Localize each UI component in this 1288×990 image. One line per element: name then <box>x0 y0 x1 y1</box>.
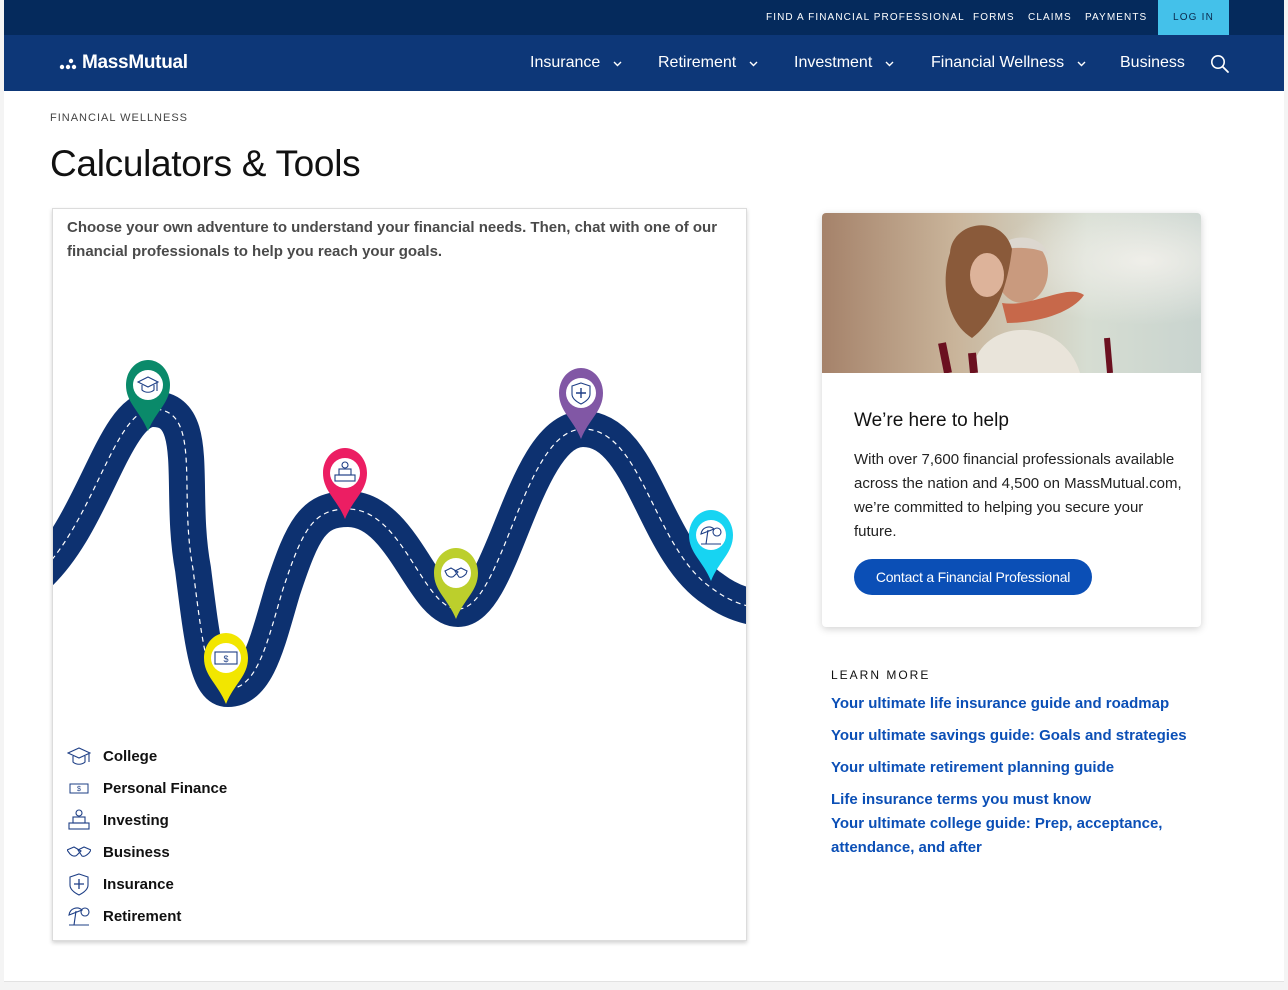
nav-investment[interactable]: Investment <box>794 54 895 72</box>
nav-business-label: Business <box>1120 54 1185 71</box>
legend-item-personal-finance[interactable]: $ Personal Finance <box>67 776 287 800</box>
svg-text:$: $ <box>223 654 228 664</box>
payments-link[interactable]: PAYMENTS <box>1085 12 1147 23</box>
find-professional-link[interactable]: FIND A FINANCIAL PROFESSIONAL <box>766 12 965 23</box>
utility-bar: FIND A FINANCIAL PROFESSIONAL FORMS CLAI… <box>4 0 1284 35</box>
legend-item-investing[interactable]: Investing <box>67 808 287 832</box>
chevron-down-icon <box>613 61 622 66</box>
learn-link-life-insurance-guide[interactable]: Your ultimate life insurance guide and r… <box>831 692 1191 716</box>
learn-link-retirement-guide[interactable]: Your ultimate retirement planning guide <box>831 756 1191 780</box>
nav-investment-label: Investment <box>794 54 873 71</box>
adventure-intro: Choose your own adventure to understand … <box>67 219 718 260</box>
logo-dots-icon <box>59 58 77 70</box>
legend-label-personal-finance: Personal Finance <box>103 779 228 797</box>
adventure-card: $ Choose your own adventure to understan… <box>52 208 747 941</box>
forms-link[interactable]: FORMS <box>973 12 1015 23</box>
road-path <box>53 390 746 708</box>
learn-link-insurance-terms[interactable]: Life insurance terms you must know <box>831 788 1191 812</box>
brand-logo[interactable]: MassMutual <box>59 51 188 75</box>
nav-business[interactable]: Business <box>1120 54 1185 72</box>
chevron-down-icon <box>749 61 758 66</box>
chevron-down-icon <box>885 61 894 66</box>
legend-label-retirement: Retirement <box>103 907 182 925</box>
nav-insurance[interactable]: Insurance <box>530 54 623 72</box>
brand-name: MassMutual <box>82 52 188 73</box>
help-card: We’re here to help With over 7,600 finan… <box>822 213 1201 627</box>
contact-professional-button[interactable]: Contact a Financial Professional <box>854 559 1092 595</box>
handshake-icon <box>67 846 91 857</box>
legend-label-investing: Investing <box>103 811 169 829</box>
legend-label-business: Business <box>103 843 170 861</box>
help-text: With over 7,600 financial professionals … <box>854 451 1182 540</box>
legend-item-retirement[interactable]: Retirement <box>67 904 287 928</box>
chevron-down-icon <box>1077 61 1086 66</box>
legend-label-insurance: Insurance <box>103 875 174 893</box>
main-nav: MassMutual Insurance Retirement Investme… <box>4 35 1284 91</box>
claims-link[interactable]: CLAIMS <box>1028 12 1072 23</box>
nav-retirement-label: Retirement <box>658 54 737 71</box>
login-button[interactable]: LOG IN <box>1158 0 1229 35</box>
help-title: We’re here to help <box>854 410 1009 431</box>
nav-insurance-label: Insurance <box>530 54 601 71</box>
learn-link-savings-guide[interactable]: Your ultimate savings guide: Goals and s… <box>831 724 1191 748</box>
learn-more-heading: LEARN MORE <box>831 668 931 682</box>
beach-umbrella-icon <box>68 907 90 926</box>
legend-item-college[interactable]: College <box>67 744 287 768</box>
shield-icon <box>69 873 89 896</box>
page-title: Calculators & Tools <box>50 143 361 184</box>
svg-text:$: $ <box>77 786 81 793</box>
legend-item-insurance[interactable]: Insurance <box>67 872 287 896</box>
legend-label-college: College <box>103 747 158 765</box>
learn-link-college-guide[interactable]: Your ultimate college guide: Prep, accep… <box>831 812 1191 860</box>
dollar-bill-icon: $ <box>69 783 89 794</box>
help-photo <box>822 213 1201 373</box>
graduation-cap-icon <box>67 747 91 765</box>
search-icon[interactable] <box>1210 54 1230 74</box>
nav-financial-wellness[interactable]: Financial Wellness <box>931 54 1087 72</box>
nav-financial-wellness-label: Financial Wellness <box>931 54 1065 71</box>
legend-item-business[interactable]: Business <box>67 840 287 864</box>
nav-retirement[interactable]: Retirement <box>658 54 759 72</box>
page-frame: FIND A FINANCIAL PROFESSIONAL FORMS CLAI… <box>4 0 1284 982</box>
money-stack-icon <box>68 809 90 830</box>
breadcrumb[interactable]: FINANCIAL WELLNESS <box>50 112 188 124</box>
